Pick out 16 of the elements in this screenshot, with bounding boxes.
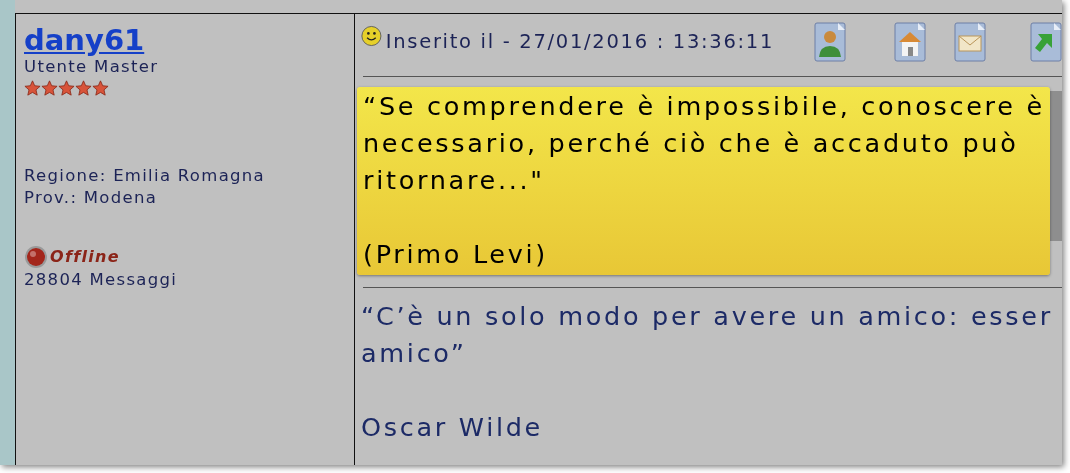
user-rank: Utente Master	[24, 56, 160, 78]
profile-icon[interactable]	[814, 22, 846, 62]
quote-author: Oscar Wilde	[361, 411, 544, 444]
arrow-icon[interactable]	[1030, 22, 1062, 62]
status-label: Offline	[50, 246, 120, 268]
highlighted-quote: “Se comprendere è impossibile, conoscere è necessario, perché ciò che è accaduto può ritornare..." (Primo Levi)	[357, 87, 1050, 275]
user-detail: Regione: Emilia Romagna	[24, 165, 266, 187]
scrollbar[interactable]	[1050, 91, 1062, 241]
smiley-icon	[361, 24, 382, 48]
user-detail: Prov.: Modena	[24, 187, 159, 209]
home-icon[interactable]	[894, 22, 926, 62]
post-date: Inserito il - 27/01/2016 : 13:36:11	[385, 29, 774, 56]
email-icon[interactable]	[954, 22, 986, 62]
username-link[interactable]: dany61	[24, 24, 145, 56]
post-count: 28804 Messaggi	[24, 269, 179, 291]
quote-text: “C’è un solo modo per avere un amico: esser amico”	[361, 300, 1054, 370]
